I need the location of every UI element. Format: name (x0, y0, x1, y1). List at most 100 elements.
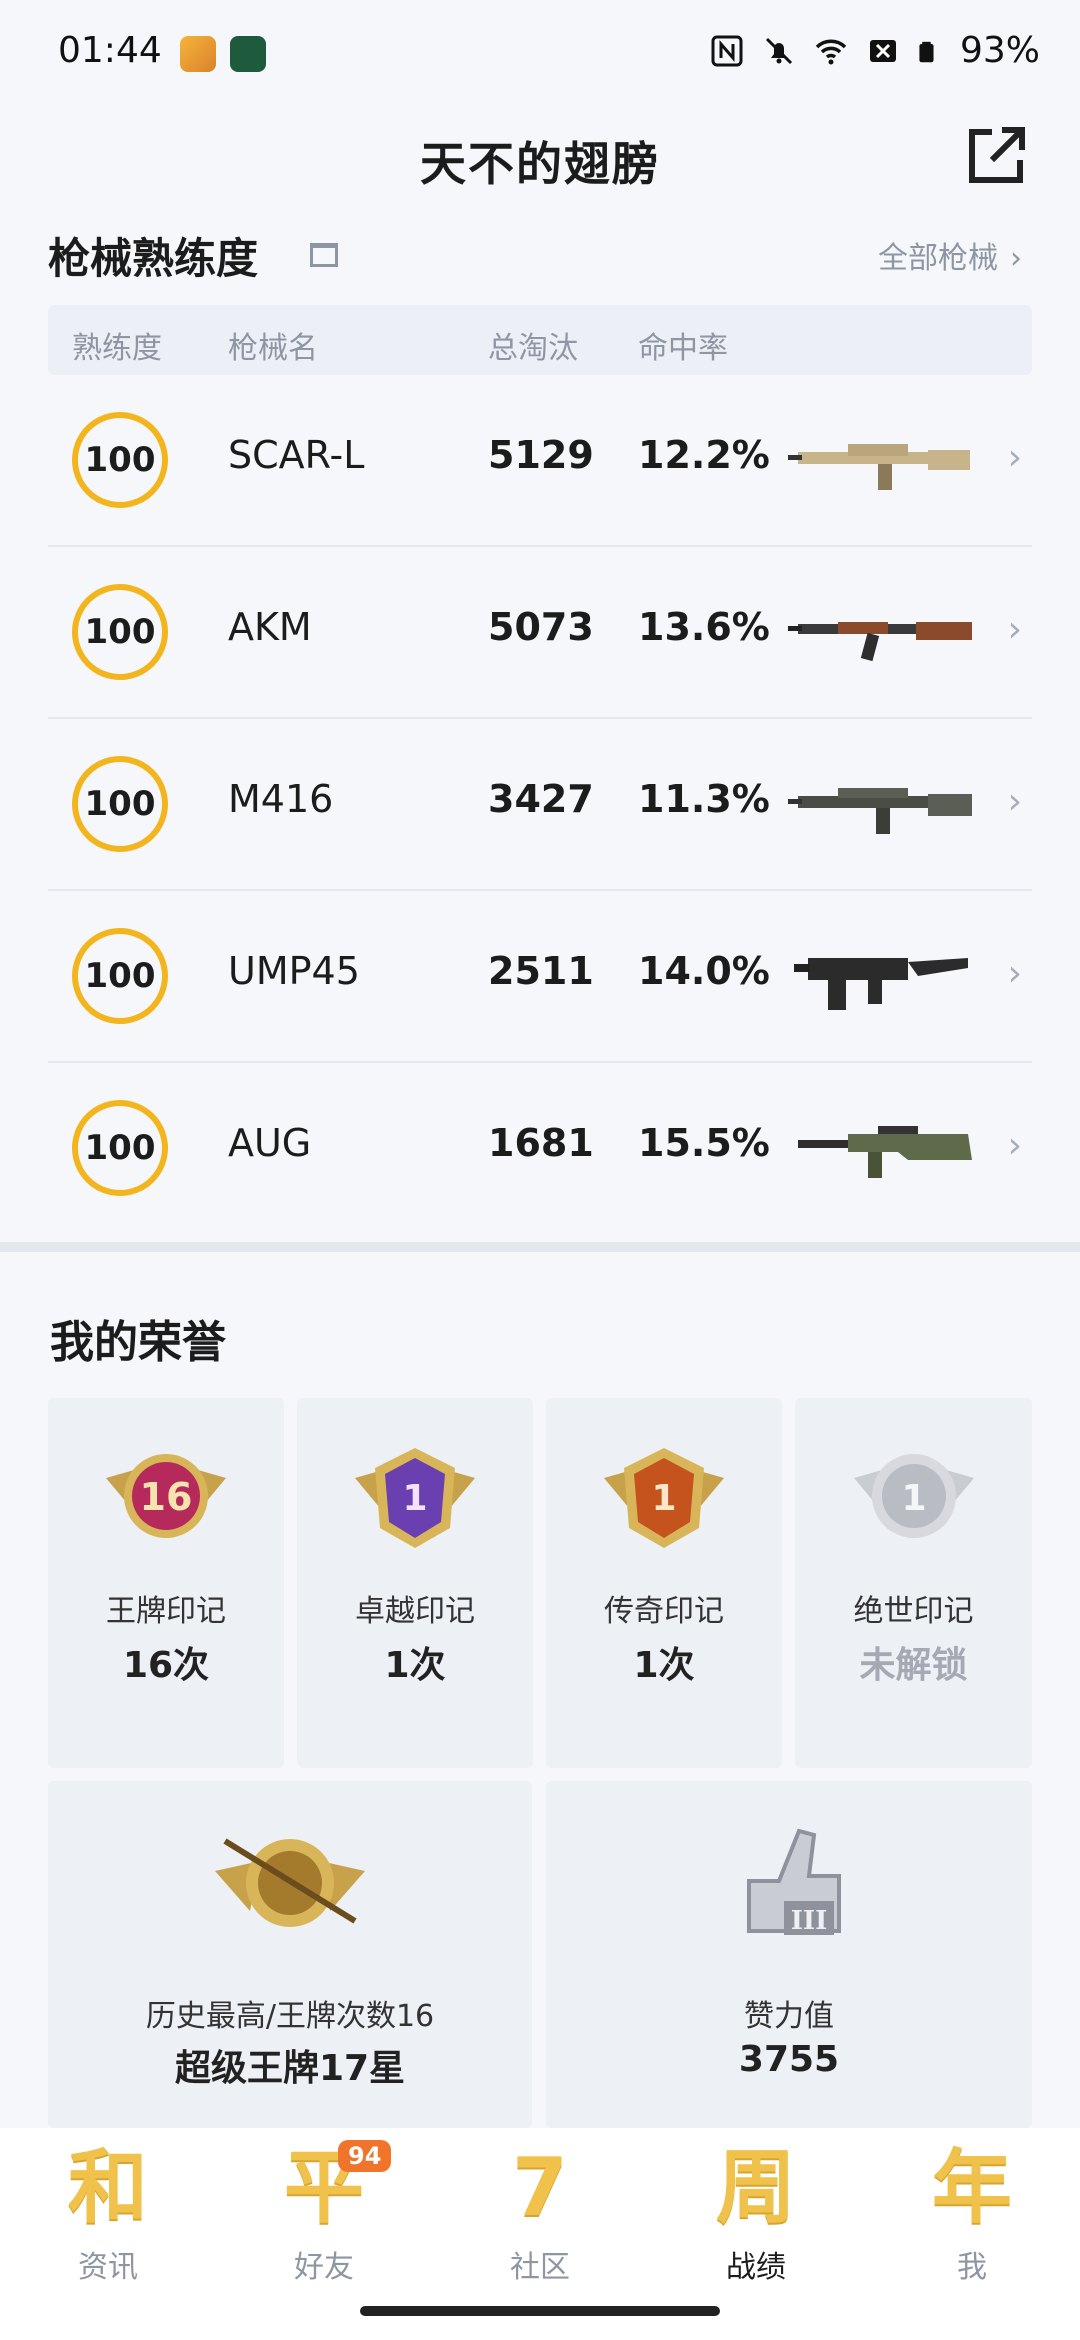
rifle-icon (788, 788, 972, 834)
honor-card-peerless[interactable]: 1 绝世印记 未解锁 (795, 1398, 1032, 1768)
tab-me-icon: 年 (932, 2141, 1012, 2234)
thumbs-up-icon: III (747, 1828, 841, 1936)
column-eliminations: 总淘汰 (488, 331, 578, 366)
honor-value: 16次 (122, 1645, 210, 1686)
proficiency-ring: 100 (72, 584, 168, 680)
honor-value: 未解锁 (859, 1645, 968, 1686)
tab-me[interactable]: 年 我 (864, 2138, 1080, 2298)
proficiency-ring: 100 (72, 1100, 168, 1196)
status-icons: 93% (710, 30, 1040, 71)
page-header: 天不的翅膀 (0, 110, 1080, 210)
weapon-hit-rate: 12.2% (638, 433, 770, 477)
weapon-row[interactable]: 100 M416 3427 11.3% › (48, 719, 1032, 891)
tab-label: 资讯 (78, 2250, 138, 2285)
home-indicator[interactable] (360, 2306, 720, 2316)
honor-label: 王牌印记 (106, 1594, 226, 1629)
excellent-medal-icon: 1 (355, 1448, 475, 1548)
weapon-section-header: 枪械熟练度 全部枪械 › (48, 225, 1032, 285)
rifle-icon (798, 1126, 972, 1178)
peerless-medal-number: 1 (901, 1478, 926, 1519)
battery-percent: 93% (959, 30, 1040, 71)
tab-community[interactable]: 7 社区 (432, 2138, 648, 2298)
tab-stats[interactable]: 周 战绩 (648, 2138, 864, 2298)
status-time: 01:44 (58, 30, 162, 71)
section-divider (0, 1242, 1080, 1252)
tab-friends-icon: 平 (284, 2141, 364, 2234)
weapon-eliminations: 1681 (488, 1121, 594, 1165)
weapon-name: SCAR-L (228, 433, 365, 477)
ace-medal-number: 16 (140, 1475, 193, 1519)
tab-stats-icon: 周 (716, 2141, 796, 2234)
proficiency-ring: 100 (72, 412, 168, 508)
all-weapons-link[interactable]: 全部枪械 › (878, 233, 1022, 277)
nfc-icon (711, 35, 743, 66)
page-title: 天不的翅膀 (420, 137, 660, 191)
column-proficiency: 熟练度 (72, 331, 162, 366)
tab-community-icon: 7 (512, 2141, 568, 2234)
tab-label: 战绩 (726, 2250, 786, 2285)
weapon-eliminations: 5073 (488, 605, 594, 649)
all-weapons-label: 全部枪械 (878, 241, 998, 276)
tab-label: 社区 (510, 2250, 570, 2285)
weapon-eliminations: 3427 (488, 777, 594, 821)
honor-value: 1次 (384, 1645, 446, 1686)
tab-friends[interactable]: 平 好友 94 (216, 2138, 432, 2298)
ace-medal-icon: 16 (106, 1454, 226, 1538)
tab-news[interactable]: 和 资讯 (0, 2138, 216, 2298)
weapon-hit-rate: 11.3% (638, 777, 770, 821)
weapon-hit-rate: 13.6% (638, 605, 770, 649)
weapon-eliminations: 5129 (488, 433, 594, 477)
chevron-right-icon: › (1007, 781, 1022, 822)
game-app-notification-icon (180, 36, 216, 72)
legend-medal-icon: 1 (604, 1448, 724, 1548)
honor-label: 绝世印记 (853, 1594, 974, 1629)
honor-card-legend[interactable]: 1 传奇印记 1次 (546, 1398, 782, 1768)
weapon-row[interactable]: 100 AKM 5073 13.6% › (48, 547, 1032, 719)
weapon-hit-rate: 14.0% (638, 949, 770, 993)
chevron-right-icon: › (1007, 437, 1022, 478)
honor-label: 卓越印记 (355, 1594, 475, 1629)
highest-rank-card[interactable]: 历史最高/王牌次数16 超级王牌17星 (48, 1781, 532, 2128)
weapon-eliminations: 2511 (488, 949, 594, 993)
tab-news-icon: 和 (68, 2141, 148, 2234)
column-hit-rate: 命中率 (638, 331, 728, 366)
weapon-name: AUG (228, 1121, 312, 1165)
weapon-name: UMP45 (228, 949, 360, 993)
highest-rank-value: 超级王牌17星 (174, 2048, 406, 2089)
tab-label: 好友 (294, 2250, 354, 2285)
chevron-right-icon: › (1007, 953, 1022, 994)
likes-value: 3755 (738, 2039, 840, 2080)
info-tag-icon[interactable] (310, 243, 338, 267)
friends-count-badge: 94 (338, 2140, 392, 2172)
chevron-right-icon: › (1010, 241, 1022, 276)
likes-label: 赞力值 (744, 1999, 834, 2034)
likes-card[interactable]: III 赞力值 3755 (546, 1781, 1032, 2128)
wifi-icon (815, 39, 847, 64)
mute-bell-icon (765, 37, 793, 64)
chevron-right-icon: › (1007, 1125, 1022, 1166)
weapon-name: M416 (228, 777, 334, 821)
honor-card-ace[interactable]: 16 王牌印记 16次 (48, 1398, 284, 1768)
excellent-medal-number: 1 (402, 1478, 427, 1519)
rifle-icon (788, 622, 972, 662)
weapon-section-title: 枪械熟练度 (48, 234, 259, 283)
rifle-icon (788, 444, 970, 490)
legend-medal-number: 1 (651, 1478, 676, 1519)
honor-section-title: 我的荣誉 (50, 1317, 226, 1368)
tab-label: 我 (957, 2250, 987, 2285)
status-bar: 01:44 93% (0, 0, 1080, 110)
peerless-medal-icon: 1 (853, 1454, 974, 1538)
weapon-row[interactable]: 100 UMP45 2511 14.0% › (48, 891, 1032, 1063)
weapon-hit-rate: 15.5% (638, 1121, 770, 1165)
honor-label: 传奇印记 (604, 1594, 724, 1629)
proficiency-ring: 100 (72, 928, 168, 1024)
battery-icon (919, 41, 934, 62)
honor-card-excellent[interactable]: 1 卓越印记 1次 (297, 1398, 533, 1768)
helper-app-notification-icon (230, 36, 266, 72)
smg-icon (794, 958, 968, 1010)
svg-text:III: III (791, 1906, 828, 1936)
column-weapon-name: 枪械名 (228, 331, 318, 366)
weapon-row[interactable]: 100 SCAR-L 5129 12.2% › (48, 375, 1032, 547)
weapon-row[interactable]: 100 AUG 1681 15.5% › (48, 1063, 1032, 1233)
share-external-icon[interactable] (962, 122, 1030, 190)
